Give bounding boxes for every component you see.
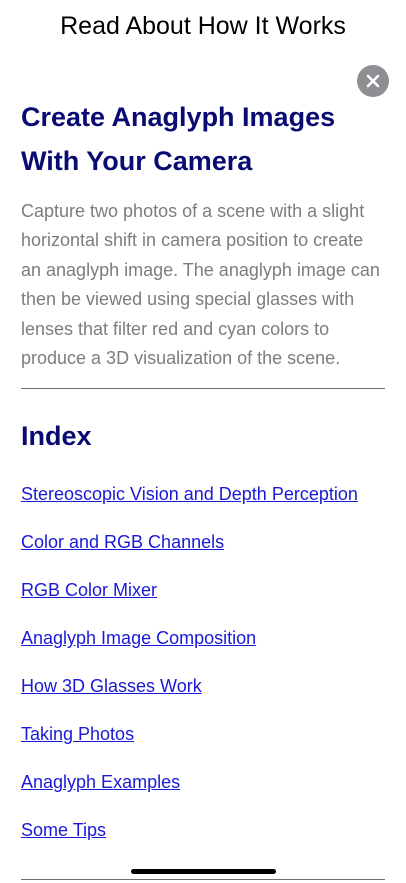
index-item: Color and RGB Channels (21, 528, 385, 576)
index-link-taking-photos[interactable]: Taking Photos (21, 724, 134, 744)
index-list: Stereoscopic Vision and Depth Perception… (21, 480, 385, 864)
article-intro: Capture two photos of a scene with a sli… (21, 201, 380, 369)
index-item: Anaglyph Image Composition (21, 624, 385, 672)
index-link-stereoscopic-vision[interactable]: Stereoscopic Vision and Depth Perception (21, 484, 358, 504)
index-link-color-rgb-channels[interactable]: Color and RGB Channels (21, 532, 224, 552)
index-item: Some Tips (21, 816, 385, 864)
nav-title: Read About How It Works (60, 12, 346, 40)
index-link-rgb-color-mixer[interactable]: RGB Color Mixer (21, 580, 157, 600)
close-icon (366, 74, 380, 88)
index-link-some-tips[interactable]: Some Tips (21, 820, 106, 840)
index-item: Taking Photos (21, 720, 385, 768)
index-item: Anaglyph Examples (21, 768, 385, 816)
index-link-anaglyph-composition[interactable]: Anaglyph Image Composition (21, 628, 256, 648)
index-item: RGB Color Mixer (21, 576, 385, 624)
index-item: How 3D Glasses Work (21, 672, 385, 720)
article-content: Create Anaglyph Images With Your Camera … (21, 95, 385, 864)
index-item: Stereoscopic Vision and Depth Perception (21, 480, 385, 528)
article-title: Create Anaglyph Images With Your Camera (21, 102, 336, 176)
index-link-3d-glasses[interactable]: How 3D Glasses Work (21, 676, 202, 696)
bottom-divider (21, 879, 385, 880)
section-divider (21, 388, 385, 390)
index-link-anaglyph-examples[interactable]: Anaglyph Examples (21, 772, 180, 792)
index-heading: Index (21, 421, 92, 452)
how-it-works-screen: Read About How It Works Create Anaglyph … (0, 0, 406, 883)
home-indicator[interactable] (131, 869, 276, 874)
close-button[interactable] (357, 65, 389, 97)
